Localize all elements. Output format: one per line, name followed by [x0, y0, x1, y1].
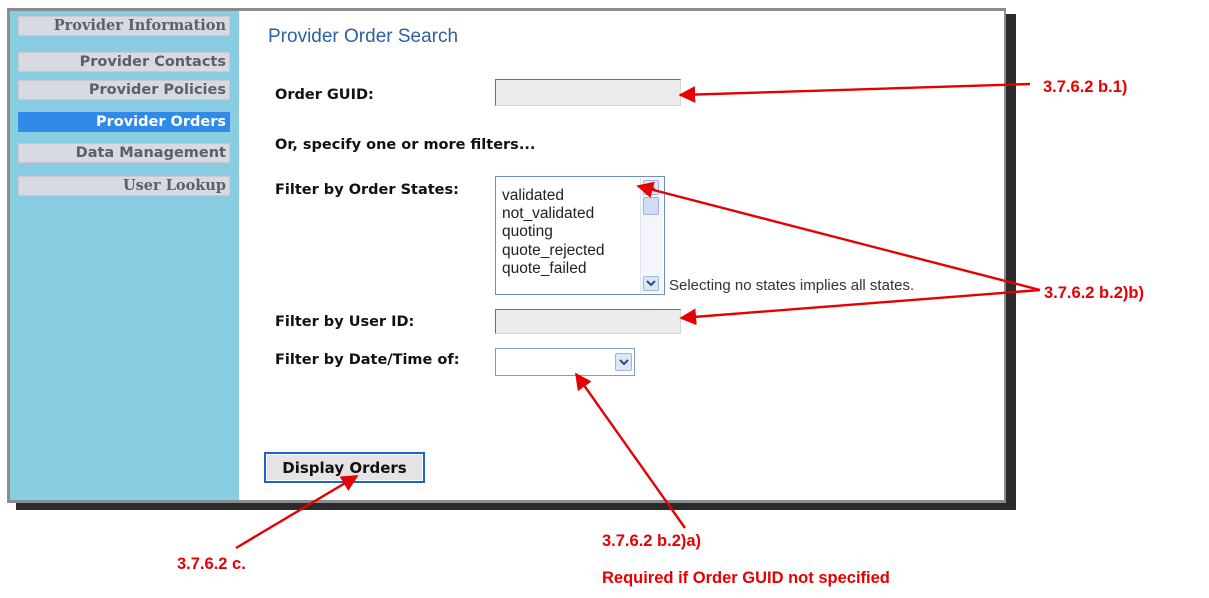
annotation-date-note: Required if Order GUID not specified: [602, 569, 890, 587]
annotation-date-ref: 3.7.6.2 b.2)a): [602, 532, 702, 550]
arrow-guid: [678, 82, 1031, 103]
arrow-button: [235, 474, 359, 550]
annotation-filters-ref: 3.7.6.2 b.2)b): [1044, 284, 1144, 302]
arrow-date: [575, 372, 686, 529]
arrow-states: [636, 181, 1041, 292]
annotation-button-ref: 3.7.6.2 c.: [177, 555, 246, 573]
annotation-arrows: [235, 82, 1041, 550]
arrow-user-id: [679, 288, 1041, 326]
annotation-guid-ref: 3.7.6.2 b.1): [1043, 78, 1128, 96]
